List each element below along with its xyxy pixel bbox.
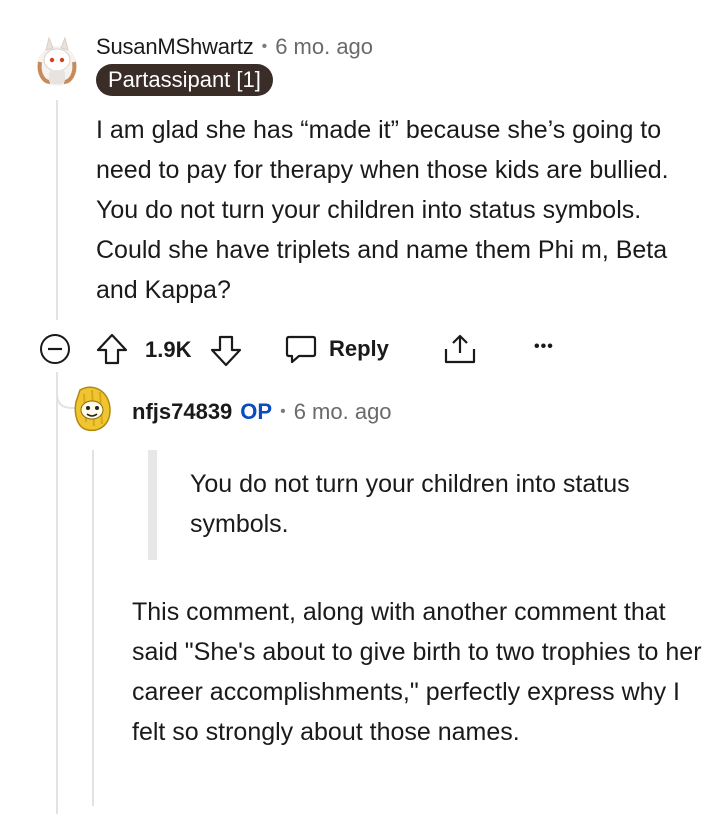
more-options-button[interactable]: •••	[534, 338, 554, 356]
thread-line[interactable]	[56, 100, 58, 320]
downvote-icon	[210, 335, 242, 367]
comment-body: I am glad she has “made it” because she’…	[96, 116, 669, 304]
user-flair: Partassipant [1]	[96, 64, 273, 96]
reply-username[interactable]: nfjs74839	[132, 399, 232, 425]
meta-separator: •	[280, 403, 286, 420]
avatar-icon	[74, 386, 111, 432]
downvote-button[interactable]	[209, 334, 243, 368]
avatar[interactable]	[34, 36, 80, 88]
reply-header: nfjs74839 OP • 6 mo. ago	[132, 399, 392, 425]
comment-username[interactable]: SusanMShwartz	[96, 34, 254, 60]
comment-timestamp[interactable]: 6 mo. ago	[275, 34, 373, 60]
reply-label: Reply	[329, 336, 389, 361]
collapse-button[interactable]	[39, 334, 73, 364]
comment-header: SusanMShwartz • 6 mo. ago	[96, 34, 373, 60]
reply-icon	[285, 335, 317, 364]
op-badge: OP	[240, 399, 273, 424]
avatar-icon	[37, 36, 77, 86]
upvote-icon	[96, 333, 128, 365]
meta-separator: •	[261, 38, 268, 55]
share-button[interactable]	[442, 332, 478, 366]
reply-timestamp[interactable]: 6 mo. ago	[294, 399, 392, 425]
reply-thread-line[interactable]	[92, 450, 94, 806]
reply-body: This comment, along with another comment…	[132, 598, 702, 746]
share-icon	[444, 334, 476, 364]
collapse-icon	[40, 334, 70, 364]
quote-text: You do not turn your children into statu…	[190, 470, 630, 538]
vote-count: 1.9K	[145, 337, 192, 362]
reply-avatar[interactable]	[70, 382, 116, 434]
reply-button[interactable]: Reply	[285, 334, 389, 364]
upvote-button[interactable]	[95, 332, 129, 366]
parent-thread-line[interactable]	[56, 372, 58, 814]
quote-bar	[148, 450, 157, 560]
